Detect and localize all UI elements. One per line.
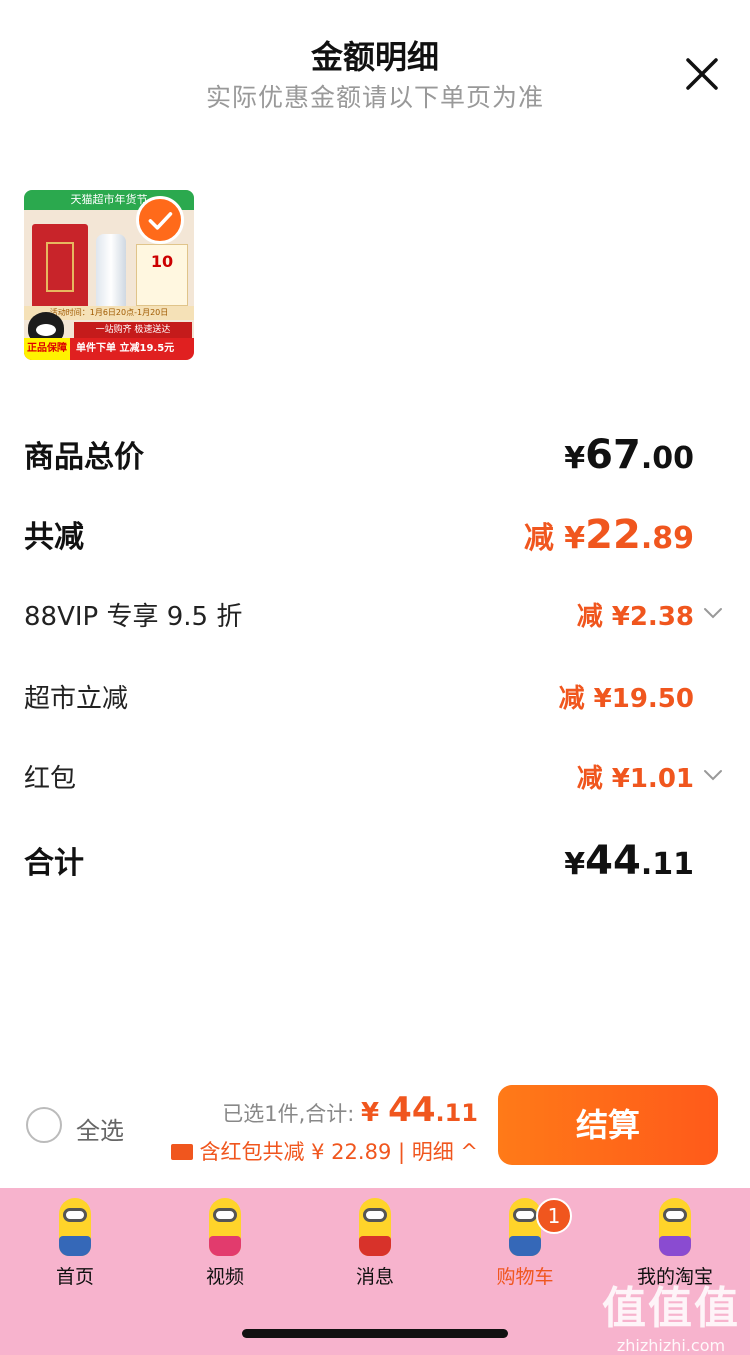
- page-subtitle: 实际优惠金额请以下单页为准: [205, 83, 544, 112]
- tab-label: 视频: [205, 1266, 244, 1288]
- minion-home-icon: [45, 1194, 105, 1260]
- supermarket-discount-label: 超市立减: [24, 684, 129, 714]
- selected-check-icon[interactable]: [136, 196, 184, 244]
- product-card: 10: [136, 244, 188, 306]
- chevron-down-icon[interactable]: [702, 764, 724, 786]
- supermarket-discount-row: 超市立减 减 ¥19.50: [24, 678, 724, 728]
- home-indicator: [242, 1329, 508, 1338]
- supermarket-discount-amount: 减 ¥19.50: [558, 684, 694, 714]
- product-bottle: [96, 234, 126, 314]
- tab-home[interactable]: 首页: [0, 1188, 150, 1298]
- select-all-label: 全选: [76, 1117, 124, 1145]
- vip-discount-row[interactable]: 88VIP 专享 9.5 折 减 ¥2.38: [24, 596, 724, 646]
- vip-discount-amount: 减 ¥2.38: [576, 602, 694, 632]
- coupon-icon: [171, 1144, 194, 1160]
- page-title: 金额明细: [310, 38, 439, 76]
- chevron-down-icon[interactable]: [702, 602, 724, 624]
- minion-messages-icon: [345, 1194, 405, 1260]
- total-discount-row: 共减 减 ¥22.89: [24, 512, 724, 562]
- total-discount-label: 共减: [24, 520, 84, 555]
- checkout-button[interactable]: 结算: [498, 1085, 718, 1165]
- tab-label: 购物车: [496, 1266, 554, 1288]
- product-footer: 正品保障 单件下单 立减19.5元: [24, 338, 194, 360]
- total-discount-amount: 减 ¥22.89: [523, 512, 694, 558]
- red-packet-amount: 减 ¥1.01: [576, 764, 694, 794]
- tab-video[interactable]: 视频: [150, 1188, 300, 1298]
- sum-label: 合计: [24, 846, 84, 881]
- checkout-bar: 全选 已选1件,合计: ¥ 44.11 含红包共减 ¥ 22.89 | 明细 ^…: [0, 1080, 750, 1188]
- total-price-label: 商品总价: [24, 440, 144, 475]
- tab-messages[interactable]: 消息: [300, 1188, 450, 1298]
- minion-video-icon: [195, 1194, 255, 1260]
- product-thumbnail[interactable]: 天猫超市年货节 10 活动时间：1月6日20点-1月20日 一站购齐 极速送达 …: [24, 190, 194, 360]
- discount-detail-link[interactable]: 含红包共减 ¥ 22.89 | 明细 ^: [171, 1136, 478, 1166]
- red-packet-label: 红包: [24, 764, 77, 794]
- site-watermark: 值值值 zhizhizhi.com: [602, 1283, 740, 1355]
- close-icon[interactable]: [682, 54, 722, 94]
- sum-row: 合计 ¥44.11: [24, 838, 724, 888]
- tab-cart[interactable]: 1 购物车: [450, 1188, 600, 1298]
- vip-discount-label: 88VIP 专享 9.5 折: [24, 602, 243, 632]
- tab-label: 首页: [55, 1266, 94, 1288]
- selected-count-text: 已选1件,合计: ¥ 44.11: [222, 1090, 478, 1130]
- promo-text: 单件下单 立减19.5元: [76, 343, 175, 354]
- sum-amount: ¥44.11: [564, 838, 694, 884]
- cart-summary: 已选1件,合计: ¥ 44.11: [222, 1090, 478, 1130]
- select-all-radio[interactable]: [26, 1107, 62, 1143]
- minion-profile-icon: [645, 1194, 705, 1260]
- guarantee-tag: 正品保障: [24, 338, 70, 360]
- detail-header: 金额明细 实际优惠金额请以下单页为准: [0, 0, 750, 120]
- red-packet-row[interactable]: 红包 减 ¥1.01: [24, 758, 724, 808]
- total-price-row: 商品总价 ¥67.00: [24, 432, 724, 482]
- tab-label: 消息: [355, 1266, 394, 1288]
- cart-badge: 1: [536, 1198, 572, 1234]
- total-price-amount: ¥67.00: [564, 432, 694, 478]
- product-strip-2: 一站购齐 极速送达: [74, 322, 192, 338]
- product-gift-box: [32, 224, 88, 310]
